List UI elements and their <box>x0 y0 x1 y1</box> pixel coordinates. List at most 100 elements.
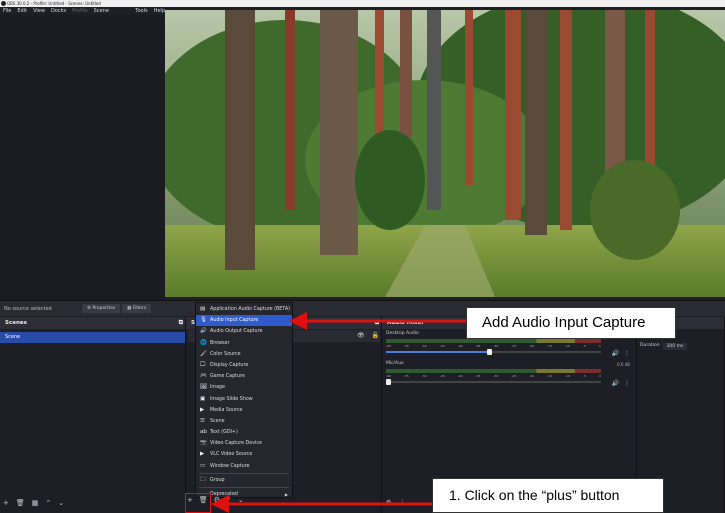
mixer-channel-mic: Mic/Aux 0.0 dB -60 -55 -50 -45 -40 -35 -… <box>382 359 636 389</box>
trash-icon[interactable]: 🗑 <box>16 499 25 507</box>
menu-bar: File Edit View Docks Profile Scene Colle… <box>0 7 165 22</box>
brush-icon: 🖌 <box>200 350 207 357</box>
menu-item-image-slide-show[interactable]: ▣ Image Slide Show <box>196 394 292 405</box>
menu-item-label: Image Slide Show <box>210 396 253 402</box>
chevron-right-icon: ▶ <box>284 492 288 497</box>
chevron-down-icon[interactable]: ⌄ <box>58 499 64 507</box>
chevron-down-icon[interactable]: ⌄ <box>238 496 244 504</box>
folder-icon: 🗀 <box>200 476 206 483</box>
scenes-title: Scenes <box>5 320 27 326</box>
scale-tick: -60 <box>386 344 391 348</box>
duration-label: Duration <box>640 343 660 348</box>
kebab-menu-icon[interactable]: ⋮ <box>399 499 405 506</box>
duration-input[interactable]: 300 ms <box>662 343 688 350</box>
scale-tick: -5 <box>582 374 586 378</box>
slideshow-icon: ▣ <box>200 395 206 402</box>
menu-item-audio-output-capture[interactable]: 🔊 Audio Output Capture <box>196 326 292 337</box>
menu-item-application-audio-capture[interactable]: ▤ Application Audio Capture (BETA) <box>196 304 292 315</box>
menu-scene-collection[interactable]: Scene Collection <box>94 7 130 22</box>
menu-item-label: Audio Input Capture <box>210 318 259 324</box>
eye-icon[interactable]: 👁 <box>357 332 365 339</box>
window-icon: ▭ <box>200 462 206 469</box>
filters-button[interactable]: ▦ Filters <box>122 304 152 313</box>
play-icon: ▶ <box>200 406 205 413</box>
scale-tick: -40 <box>457 344 463 348</box>
menu-profile[interactable]: Profile <box>72 7 88 15</box>
camera-icon: 📷 <box>200 440 207 447</box>
app-audio-icon: ▤ <box>200 306 206 312</box>
menu-item-media-source[interactable]: ▶ Media Source <box>196 405 292 416</box>
filters-label: Filters <box>132 306 147 311</box>
menu-item-label: Game Capture <box>210 374 245 380</box>
menu-item-label: Group <box>210 477 225 483</box>
lock-icon[interactable]: 🔓 <box>372 332 379 339</box>
filter-icon[interactable]: ▦ <box>32 499 39 507</box>
kebab-menu-icon[interactable]: ⋮ <box>624 380 630 387</box>
no-source-selected-label: No source selected <box>4 306 52 312</box>
menu-item-image[interactable]: 🖼 Image <box>196 382 292 393</box>
scale-tick: -50 <box>421 344 427 348</box>
mixer-toolbar: ⚙ ⋮ <box>386 499 405 506</box>
channel-controls: 🔊 ⋮ <box>612 380 630 387</box>
menu-item-label: Image <box>210 385 226 391</box>
volume-knob[interactable] <box>487 349 493 355</box>
menu-item-label: Window Capture <box>210 463 250 469</box>
scale-tick: -55 <box>403 374 409 378</box>
speaker-icon[interactable]: 🔊 <box>612 350 619 357</box>
channel-db: 0.0 dB <box>617 362 630 367</box>
menu-item-audio-input-capture[interactable]: 🎙 Audio Input Capture <box>196 315 292 327</box>
menu-item-display-capture[interactable]: 🖵 Display Capture <box>196 360 292 371</box>
volume-fill <box>386 351 490 353</box>
menu-help[interactable]: Help <box>154 7 165 15</box>
chevron-up-icon[interactable]: ⌃ <box>226 496 232 504</box>
scale-tick: -15 <box>547 344 553 348</box>
window-title-bar: OBS 30.0.2 - Profile: Untitled - Scenes:… <box>0 0 725 7</box>
menu-edit[interactable]: Edit <box>17 7 27 15</box>
menu-item-video-capture-device[interactable]: 📷 Video Capture Device <box>196 438 292 449</box>
volume-knob[interactable] <box>386 379 392 385</box>
scale-tick: -10 <box>565 374 570 378</box>
undock-icon[interactable]: ⧉ <box>179 317 183 329</box>
undock-icon[interactable]: ⧉ <box>375 317 379 329</box>
speaker-icon[interactable]: 🔊 <box>612 380 619 387</box>
menu-tools[interactable]: Tools <box>135 7 147 15</box>
properties-button[interactable]: ⚙ Properties <box>82 304 121 313</box>
add-scene-icon[interactable]: + <box>3 499 9 507</box>
meter-scale: -60 -55 -50 -45 -40 -35 -30 -25 -20 -15 … <box>386 374 601 378</box>
chevron-up-icon[interactable]: ⌃ <box>45 499 51 507</box>
menu-item-window-capture[interactable]: ▭ Window Capture <box>196 461 292 472</box>
callout-click-plus: 1. Click on the “plus” button <box>432 478 664 513</box>
menu-docks[interactable]: Docks <box>51 7 66 15</box>
menu-item-game-capture[interactable]: 🎮 Game Capture <box>196 371 292 382</box>
menu-item-group[interactable]: 🗀 Group <box>196 475 292 486</box>
menu-view[interactable]: View <box>33 7 45 15</box>
menu-item-browser[interactable]: 🌐 Browser <box>196 338 292 349</box>
scale-tick: -30 <box>493 344 499 348</box>
scale-tick: -20 <box>529 344 535 348</box>
channel-controls: 🔊 ⋮ <box>612 350 630 357</box>
menu-item-label: Browser <box>210 340 230 346</box>
menu-file[interactable]: File <box>3 7 11 15</box>
menu-item-text-gdi[interactable]: ab Text (GDI+) <box>196 427 292 438</box>
callout-add-audio-input: Add Audio Input Capture <box>466 307 676 339</box>
obs-logo-icon <box>1 1 6 6</box>
volume-slider[interactable] <box>386 379 601 385</box>
kebab-menu-icon[interactable]: ⋮ <box>624 350 630 357</box>
preview-canvas[interactable] <box>165 10 725 297</box>
menu-item-color-source[interactable]: 🖌 Color Source <box>196 349 292 360</box>
menu-item-vlc-video-source[interactable]: ▶ VLC Video Source <box>196 449 292 460</box>
menu-separator <box>199 472 289 474</box>
menu-item-scene[interactable]: ☰ Scene <box>196 416 292 427</box>
properties-label: Properties <box>92 306 116 311</box>
gear-icon[interactable]: ⚙ <box>386 499 391 506</box>
scene-list-item[interactable]: Scene <box>0 332 185 343</box>
volume-slider[interactable] <box>386 349 601 355</box>
source-row-icons: 👁 🔓 <box>357 332 379 339</box>
scale-tick: -45 <box>439 344 445 348</box>
scale-tick: -25 <box>511 374 517 378</box>
preview-left-area <box>0 15 165 300</box>
volume-meter <box>386 339 601 343</box>
speaker-icon: 🔊 <box>200 328 207 335</box>
scale-tick: -35 <box>475 344 481 348</box>
gear-icon[interactable]: ⚙ <box>214 496 220 504</box>
